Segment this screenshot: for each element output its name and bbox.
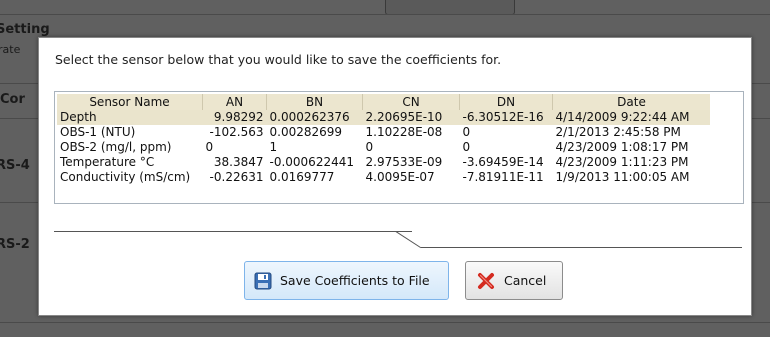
cell-an: 38.3847	[213, 155, 264, 169]
cancel-button[interactable]: Cancel	[465, 261, 563, 300]
cell-dn: 0	[462, 125, 471, 139]
cell-cn: 0	[365, 140, 374, 154]
section-divider	[395, 231, 422, 249]
cell-an: -102.563	[209, 125, 264, 139]
column-header-date[interactable]: Date	[552, 94, 710, 110]
cell-an: 9.98292	[202, 110, 267, 125]
cell-cn: 2.97533E-09	[365, 155, 443, 169]
cell-sensor-name: OBS-1 (NTU)	[60, 125, 136, 139]
cell-bn: 0.00282699	[269, 125, 343, 139]
floppy-disk-icon	[254, 272, 272, 290]
cell-sensor-name: OBS-2 (mg/l, ppm)	[60, 140, 172, 154]
background-rs2-label: RS-2	[0, 237, 30, 252]
cancel-button-label: Cancel	[504, 273, 547, 288]
cell-date: 4/23/2009 1:11:23 PM	[555, 155, 689, 169]
background-divider	[0, 14, 770, 15]
column-header-an[interactable]: AN	[202, 94, 267, 110]
column-header-cn[interactable]: CN	[362, 94, 460, 110]
cell-an: 0	[205, 140, 214, 154]
cell-sensor-name: Depth	[57, 110, 203, 125]
cell-bn: 0.0169777	[269, 170, 335, 184]
cell-cn: 4.0095E-07	[365, 170, 435, 184]
column-header-bn[interactable]: BN	[266, 94, 363, 110]
cell-dn: -3.69459E-14	[462, 155, 544, 169]
cell-bn: 1	[269, 140, 278, 154]
cell-cn: 2.20695E-10	[362, 110, 460, 125]
sensor-table: Sensor Name AN BN CN DN Date Depth 9.982…	[54, 91, 744, 204]
save-coefficients-button[interactable]: Save Coefficients to File	[244, 261, 449, 300]
cell-dn: 0	[462, 140, 471, 154]
table-row[interactable]: Conductivity (mS/cm) -0.22631 0.0169777 …	[57, 170, 710, 185]
background-cor-label: Cor	[0, 92, 25, 107]
table-header-row: Sensor Name AN BN CN DN Date	[57, 94, 710, 110]
background-rate-label: rate	[0, 43, 21, 56]
cell-an: -0.22631	[209, 170, 264, 184]
dialog-prompt: Select the sensor below that you would l…	[55, 52, 502, 67]
save-button-label: Save Coefficients to File	[280, 273, 430, 288]
cell-date: 1/9/2013 11:00:05 AM	[555, 170, 690, 184]
background-settings-label: Setting	[0, 22, 50, 37]
cell-date: 4/14/2009 9:22:44 AM	[552, 110, 710, 125]
section-divider	[54, 231, 412, 232]
section-divider	[421, 247, 742, 248]
table-row[interactable]: Depth 9.98292 0.000262376 2.20695E-10 -6…	[57, 110, 710, 125]
table-row[interactable]: OBS-2 (mg/l, ppm) 0 1 0 0 4/23/2009 1:08…	[57, 140, 710, 155]
table-row[interactable]: Temperature °C 38.3847 -0.000622441 2.97…	[57, 155, 710, 170]
cell-dn: -6.30512E-16	[459, 110, 553, 125]
column-header-sensor-name[interactable]: Sensor Name	[57, 94, 203, 110]
cell-date: 2/1/2013 2:45:58 PM	[555, 125, 681, 139]
cell-date: 4/23/2009 1:08:17 PM	[555, 140, 689, 154]
background-top-button	[385, 0, 515, 15]
background-divider	[0, 322, 770, 323]
column-header-dn[interactable]: DN	[459, 94, 553, 110]
save-coefficients-dialog: Select the sensor below that you would l…	[38, 37, 752, 316]
cell-dn: -7.81911E-11	[462, 170, 544, 184]
cell-sensor-name: Conductivity (mS/cm)	[60, 170, 191, 184]
red-x-icon	[477, 272, 495, 290]
table-row[interactable]: OBS-1 (NTU) -102.563 0.00282699 1.10228E…	[57, 125, 710, 140]
cell-bn: 0.000262376	[266, 110, 363, 125]
cell-sensor-name: Temperature °C	[60, 155, 155, 169]
background-rs4-label: RS-4	[0, 158, 30, 173]
cell-cn: 1.10228E-08	[365, 125, 443, 139]
cell-bn: -0.000622441	[269, 155, 355, 169]
